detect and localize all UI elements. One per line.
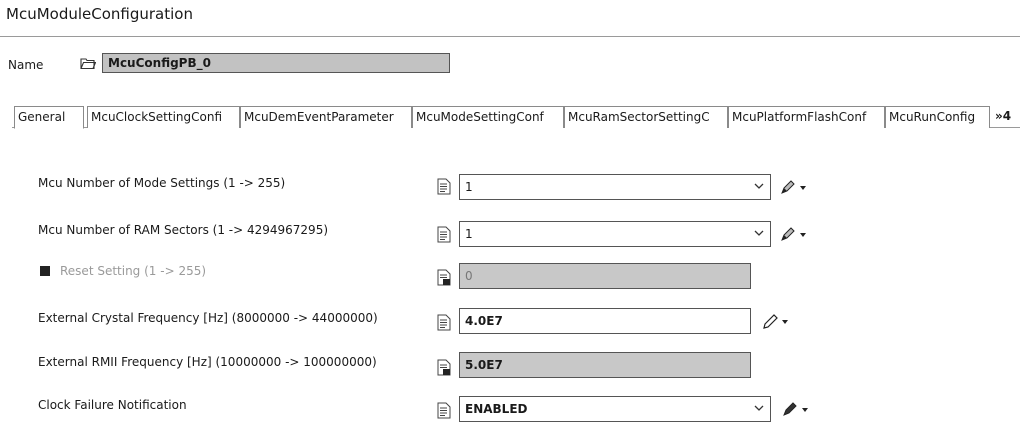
tab-mcu-ram-sector-setting[interactable]: McuRamSectorSettingC bbox=[564, 106, 728, 128]
parameter-doc-icon bbox=[437, 359, 451, 376]
param-label-crystal-frequency: External Crystal Frequency [Hz] (8000000… bbox=[38, 311, 378, 325]
pencil-edit-icon[interactable] bbox=[780, 226, 810, 242]
parameter-doc-icon bbox=[437, 314, 451, 331]
reset-setting-checkbox[interactable] bbox=[40, 266, 50, 276]
crystal-frequency-input[interactable]: 4.0E7 bbox=[459, 308, 751, 334]
tab-mcu-clock-setting[interactable]: McuClockSettingConfi bbox=[87, 106, 240, 128]
chevron-down-icon bbox=[754, 405, 764, 411]
tab-general[interactable]: General bbox=[14, 106, 84, 129]
reset-setting-value: 0 bbox=[465, 269, 473, 283]
title-divider bbox=[0, 36, 1020, 37]
param-label-clock-failure: Clock Failure Notification bbox=[38, 398, 187, 412]
parameter-doc-icon bbox=[437, 226, 451, 243]
pencil-edit-icon[interactable] bbox=[780, 179, 810, 195]
param-label-ram-sectors: Mcu Number of RAM Sectors (1 -> 42949672… bbox=[38, 223, 329, 237]
folder-open-icon[interactable] bbox=[80, 56, 96, 70]
page-title: McuModuleConfiguration bbox=[6, 5, 193, 23]
tab-mcu-run-config[interactable]: McuRunConfig bbox=[885, 106, 990, 128]
crystal-frequency-value: 4.0E7 bbox=[465, 314, 503, 328]
chevron-down-icon bbox=[754, 230, 764, 236]
parameter-doc-icon bbox=[437, 402, 451, 419]
rmii-frequency-value: 5.0E7 bbox=[465, 358, 503, 372]
clock-failure-value: ENABLED bbox=[465, 402, 528, 416]
reset-setting-field: 0 bbox=[459, 263, 751, 289]
param-label-mode-settings: Mcu Number of Mode Settings (1 -> 255) bbox=[38, 176, 286, 190]
param-label-reset-setting: Reset Setting (1 -> 255) bbox=[60, 264, 207, 278]
name-input[interactable]: McuConfigPB_0 bbox=[102, 53, 450, 73]
mode-settings-dropdown[interactable]: 1 bbox=[459, 174, 771, 200]
tabs-overflow-button[interactable]: »4 bbox=[995, 109, 1011, 123]
name-label: Name bbox=[8, 58, 44, 72]
parameter-doc-icon bbox=[437, 269, 451, 286]
pencil-edit-icon[interactable] bbox=[762, 313, 792, 329]
clock-failure-dropdown[interactable]: ENABLED bbox=[459, 396, 771, 422]
pencil-edit-icon[interactable] bbox=[782, 401, 812, 417]
ram-sectors-value: 1 bbox=[465, 227, 473, 241]
ram-sectors-dropdown[interactable]: 1 bbox=[459, 221, 771, 247]
mode-settings-value: 1 bbox=[465, 180, 473, 194]
tab-mcu-dem-event-parameter[interactable]: McuDemEventParameter bbox=[240, 106, 412, 128]
param-label-rmii-frequency: External RMII Frequency [Hz] (10000000 -… bbox=[38, 355, 377, 369]
rmii-frequency-field: 5.0E7 bbox=[459, 352, 751, 378]
tab-mcu-mode-setting[interactable]: McuModeSettingConf bbox=[412, 106, 564, 128]
parameter-doc-icon bbox=[437, 178, 451, 195]
chevron-down-icon bbox=[754, 183, 764, 189]
tab-mcu-platform-flash[interactable]: McuPlatformFlashConf bbox=[728, 106, 885, 128]
